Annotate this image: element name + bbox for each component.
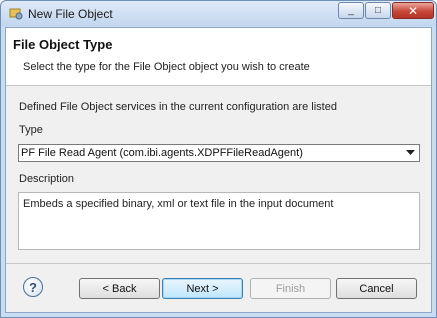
cancel-button-label: Cancel [359,282,394,295]
close-icon: ✕ [407,3,419,18]
footer-divider [6,263,431,264]
title-bar[interactable]: New File Object _ □ ✕ [1,1,436,26]
back-button[interactable]: < Back [79,278,160,299]
next-button[interactable]: Next > [162,278,243,299]
minimize-button[interactable]: _ [338,2,364,19]
description-label: Description [19,173,75,185]
maximize-icon: □ [374,5,382,16]
help-icon[interactable]: ? [23,277,43,297]
type-dropdown[interactable]: PF File Read Agent (com.ibi.agents.XDPFF… [18,144,420,162]
wizard-header: File Object Type Select the type for the… [6,28,431,86]
description-box: Embeds a specified binary, xml or text f… [18,192,420,250]
folder-gear-icon [9,6,23,20]
intro-text: Defined File Object services in the curr… [19,101,337,113]
type-dropdown-value: PF File Read Agent (com.ibi.agents.XDPFF… [21,147,303,159]
finish-button[interactable]: Finish [250,278,331,299]
back-button-label: < Back [102,282,137,295]
close-button[interactable]: ✕ [392,2,434,19]
chevron-down-icon[interactable] [403,146,418,160]
type-label: Type [19,124,43,136]
cancel-button[interactable]: Cancel [336,278,417,299]
minimize-icon: _ [348,5,354,16]
page-subtitle: Select the type for the File Object obje… [23,61,310,73]
dialog-content: File Object Type Select the type for the… [5,27,432,313]
help-glyph: ? [29,279,37,295]
finish-button-label: Finish [275,282,306,295]
page-title: File Object Type [13,37,113,52]
maximize-button[interactable]: □ [365,2,391,19]
next-button-label: Next > [186,282,219,295]
dialog-window: New File Object _ □ ✕ File Object Type S… [0,0,437,318]
description-text: Embeds a specified binary, xml or text f… [23,198,334,210]
window-title: New File Object [28,7,113,21]
